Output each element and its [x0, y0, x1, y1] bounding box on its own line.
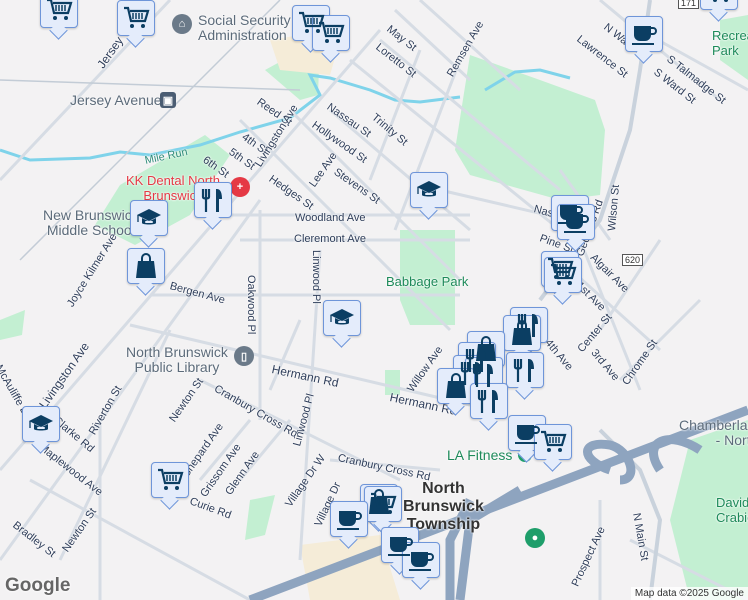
cafe-marker[interactable] — [402, 542, 440, 578]
location-pin-icon[interactable]: ● — [525, 528, 545, 548]
shopping-bag-icon — [512, 320, 532, 345]
school-icon — [137, 209, 161, 225]
grocery-marker[interactable] — [364, 486, 402, 522]
grocery-cart-icon — [371, 492, 397, 514]
school-marker[interactable] — [410, 172, 448, 208]
chamberlain-label[interactable]: Chamberlain - North — [679, 418, 748, 448]
school-icon — [417, 181, 441, 197]
street-label: Cleremont Ave — [294, 233, 366, 245]
coffee-cup-icon — [632, 26, 657, 45]
jersey-avenue-station-label[interactable]: Jersey Avenue — [70, 93, 162, 108]
coffee-cup-icon — [564, 214, 589, 233]
shopping-bag-icon — [136, 253, 156, 278]
cafe-marker[interactable] — [330, 501, 368, 537]
public-library-label[interactable]: North Brunswick Public Library — [126, 345, 228, 375]
restaurant-icon — [513, 359, 534, 382]
cafe-marker[interactable] — [557, 204, 595, 240]
grocery-cart-icon — [319, 21, 345, 43]
restaurant-marker[interactable] — [194, 182, 232, 218]
school-icon — [29, 415, 53, 431]
grocery-cart-icon — [158, 468, 184, 490]
school-marker[interactable] — [323, 300, 361, 336]
restaurant-icon — [477, 390, 498, 413]
government-icon[interactable]: ⌂ — [172, 14, 192, 34]
school-marker[interactable] — [130, 200, 168, 236]
route-620-shield: 620 — [622, 254, 644, 266]
la-fitness-label[interactable]: LA Fitness — [447, 447, 512, 463]
street-label: Woodland Ave — [295, 212, 366, 224]
shopping-marker[interactable] — [437, 368, 475, 404]
shopping-marker[interactable] — [503, 315, 541, 351]
restaurant-icon — [201, 189, 222, 212]
restaurant-icon — [472, 364, 493, 387]
coffee-cup-icon — [409, 552, 434, 571]
coffee-cup-icon — [337, 511, 362, 530]
shopping-marker[interactable] — [127, 248, 165, 284]
township-label: North Brunswick Township — [403, 480, 484, 533]
route-171-shield: 171 — [678, 0, 700, 9]
shopping-bag-icon — [446, 373, 466, 398]
grocery-marker[interactable] — [312, 15, 350, 51]
grocery-marker[interactable] — [40, 0, 78, 28]
babbage-park-label[interactable]: Babbage Park — [386, 274, 468, 289]
restaurant-marker[interactable] — [470, 383, 508, 419]
grocery-cart-icon — [541, 430, 567, 452]
school-marker[interactable] — [22, 406, 60, 442]
grocery-marker[interactable] — [544, 257, 582, 293]
grocery-marker[interactable] — [151, 462, 189, 498]
recreation-park-label[interactable]: Recreation Park — [712, 28, 748, 58]
park-area — [455, 55, 605, 200]
library-icon[interactable]: ▯ — [234, 346, 254, 366]
street-label: Linwood Pl — [310, 250, 322, 304]
google-logo: Google — [5, 575, 71, 596]
restaurant-marker[interactable] — [506, 352, 544, 388]
cafe-marker[interactable] — [625, 16, 663, 52]
grocery-marker[interactable] — [534, 424, 572, 460]
grocery-cart-icon — [124, 6, 150, 28]
grocery-cart-icon — [47, 0, 73, 20]
map-canvas[interactable]: Social Security Administration ⌂ Jersey … — [0, 0, 748, 600]
coffee-cup-icon — [515, 425, 540, 444]
grocery-cart-icon — [551, 263, 577, 285]
park-label[interactable]: Davidson Crabiel — [716, 495, 748, 525]
dental-clinic-icon[interactable]: + — [230, 177, 250, 197]
map-attribution[interactable]: Map data ©2025 Google — [630, 587, 748, 600]
middle-school-label[interactable]: New Brunswick Middle School — [43, 208, 139, 238]
street-label: Oakwood Pl — [245, 275, 257, 335]
train-station-icon[interactable]: ▣ — [160, 92, 176, 108]
school-icon — [330, 309, 354, 325]
grocery-marker[interactable] — [700, 0, 738, 10]
grocery-marker[interactable] — [117, 0, 155, 36]
social-security-label[interactable]: Social Security Administration — [198, 13, 291, 43]
grocery-cart-icon — [713, 0, 728, 2]
